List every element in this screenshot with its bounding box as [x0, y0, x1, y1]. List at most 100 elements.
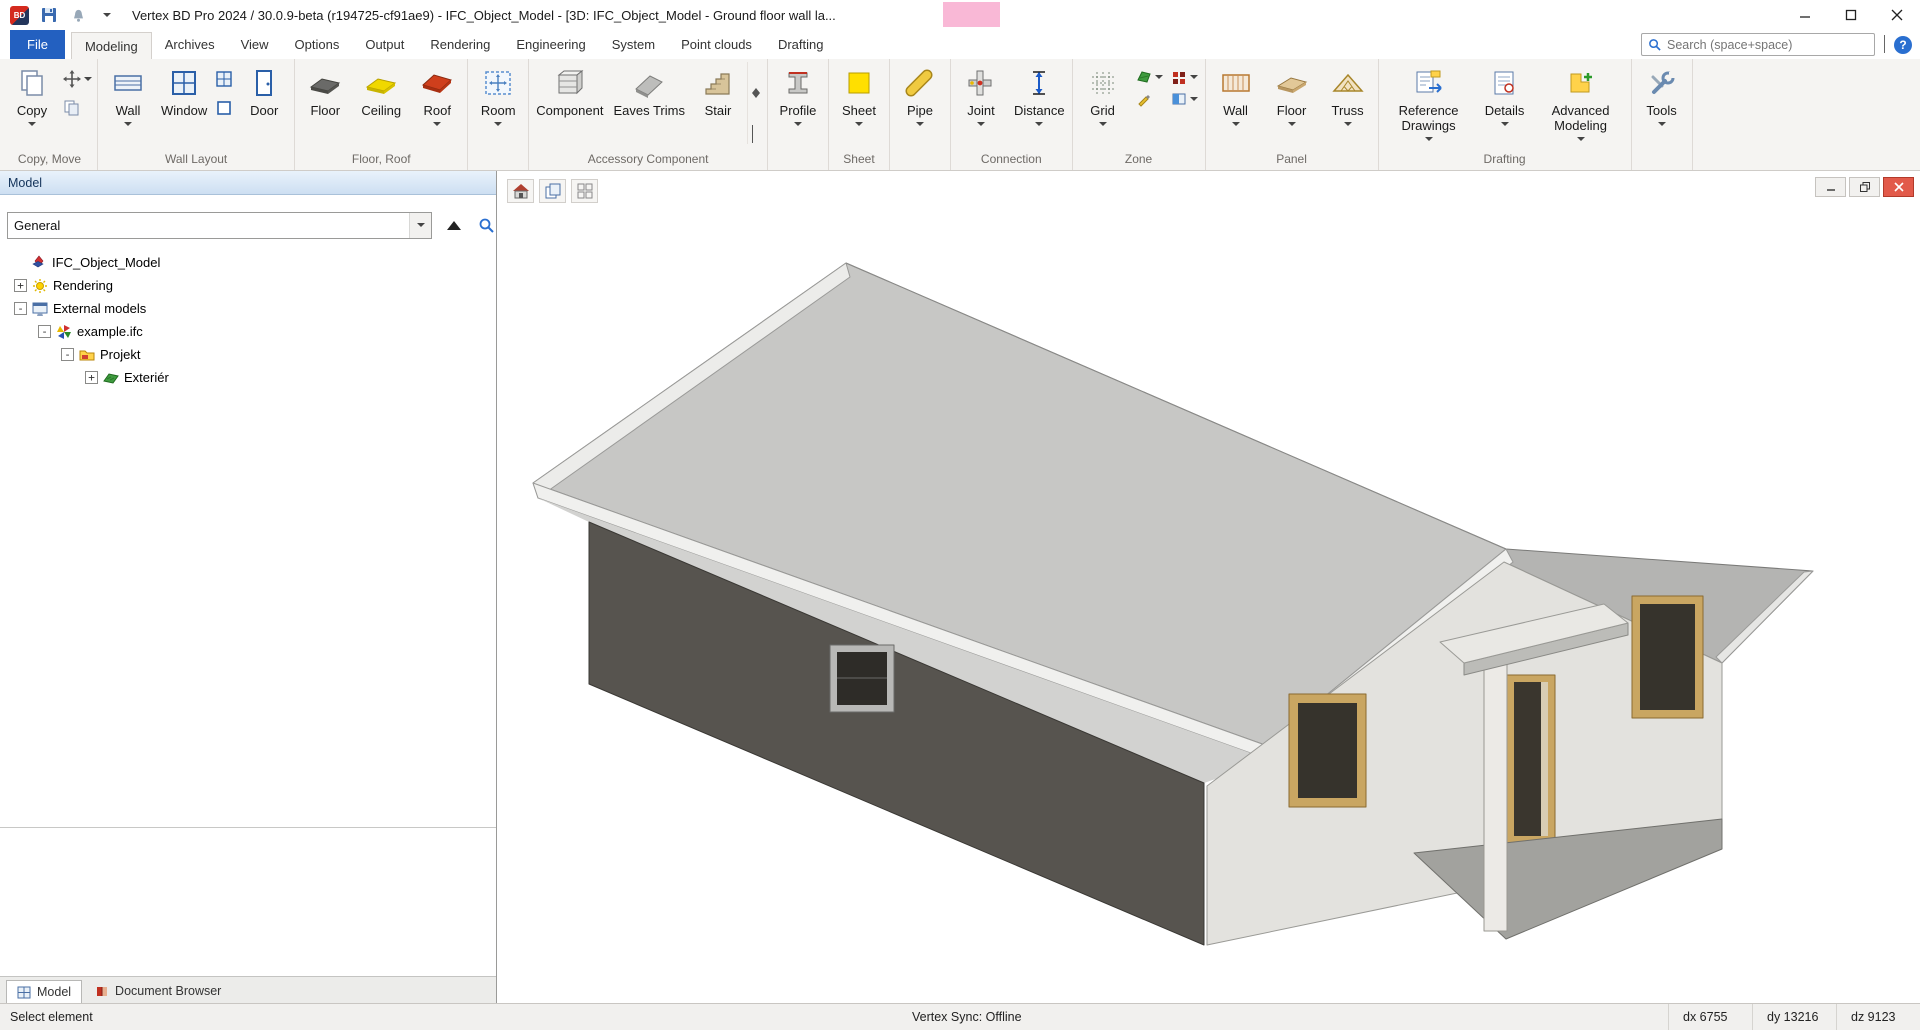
tree-item-rendering[interactable]: + Rendering — [0, 274, 496, 297]
zone-edit-button[interactable] — [1136, 91, 1163, 107]
notification-button[interactable] — [69, 6, 87, 24]
viewport-minimize-button[interactable] — [1815, 177, 1846, 197]
pipe-button[interactable]: Pipe — [893, 62, 947, 150]
tab-modeling[interactable]: Modeling — [71, 32, 152, 59]
model-tab[interactable]: Model — [6, 980, 82, 1004]
tab-rendering[interactable]: Rendering — [417, 30, 503, 59]
collapse-ribbon-button[interactable] — [1884, 36, 1885, 54]
tab-view[interactable]: View — [228, 30, 282, 59]
tools-button[interactable]: Tools — [1635, 62, 1689, 150]
quick-access-toolbar: BD — [0, 6, 116, 25]
search-input[interactable] — [1667, 38, 1868, 52]
combobox-dropdown-button[interactable] — [409, 213, 431, 238]
collapse-tree-button[interactable] — [444, 215, 464, 235]
details-button[interactable]: Details — [1478, 62, 1532, 150]
tree-item-example-ifc[interactable]: - example.ifc — [0, 320, 496, 343]
close-button[interactable] — [1874, 0, 1920, 30]
group-label — [1635, 150, 1689, 170]
filter-combobox[interactable]: General — [7, 212, 432, 239]
tab-engineering[interactable]: Engineering — [503, 30, 598, 59]
advanced-modeling-icon — [1564, 65, 1598, 101]
document-browser-tab[interactable]: Document Browser — [85, 979, 231, 1003]
door-button[interactable]: Door — [237, 62, 291, 150]
tree-expander[interactable]: - — [38, 325, 51, 338]
new-window-icon — [545, 183, 561, 199]
tab-output[interactable]: Output — [352, 30, 417, 59]
panel-floor-button[interactable]: Floor — [1265, 62, 1319, 150]
stair-button[interactable]: Stair — [691, 62, 745, 150]
grid-icon — [1086, 65, 1120, 101]
dropdown-caret-icon — [124, 122, 132, 126]
gallery-scroll-down-button[interactable] — [752, 98, 760, 116]
chevron-up-icon — [1884, 35, 1885, 53]
profile-button[interactable]: Profile — [771, 62, 825, 150]
tree-expander[interactable]: + — [14, 279, 27, 292]
copy-special-button[interactable] — [61, 98, 94, 118]
home-view-button[interactable] — [507, 179, 534, 203]
tree-item-external-models[interactable]: - External models — [0, 297, 496, 320]
zone-create-button[interactable] — [1136, 69, 1163, 85]
help-button[interactable]: ? — [1894, 36, 1912, 54]
3d-viewport[interactable] — [497, 171, 1920, 1003]
tree-expander[interactable]: - — [14, 302, 27, 315]
window-icon — [167, 65, 201, 101]
model-panel-title: Model — [8, 176, 42, 190]
model-filter-row: General — [0, 211, 496, 239]
ribbon-group-pipe: Pipe — [890, 59, 951, 170]
gallery-scroll-up-button[interactable] — [752, 71, 760, 89]
window-single-tool-button[interactable] — [213, 98, 235, 118]
tree-search-button[interactable] — [476, 215, 496, 235]
ribbon-group-room: Room — [468, 59, 529, 170]
model-root-icon — [31, 255, 47, 271]
viewport-close-button[interactable] — [1883, 177, 1914, 197]
advanced-modeling-button[interactable]: Advanced Modeling — [1534, 62, 1628, 150]
eaves-trims-button[interactable]: Eaves Trims — [609, 62, 689, 150]
tree-item-projekt[interactable]: - Projekt — [0, 343, 496, 366]
save-button[interactable] — [40, 6, 58, 24]
search-box — [1641, 33, 1875, 56]
panel-truss-button[interactable]: Truss — [1321, 62, 1375, 150]
new-window-button[interactable] — [539, 179, 566, 203]
zone-display-button[interactable] — [1171, 91, 1198, 107]
ceiling-button[interactable]: Ceiling — [354, 62, 408, 150]
window-grid-tool-button[interactable] — [213, 69, 235, 89]
tree-item-root[interactable]: IFC_Object_Model — [0, 251, 496, 274]
dropdown-caret-icon — [977, 122, 985, 126]
window-button[interactable]: Window — [157, 62, 211, 150]
tree-item-exterier[interactable]: + Exteriér — [0, 366, 496, 389]
room-button[interactable]: Room — [471, 62, 525, 150]
sheet-button[interactable]: Sheet — [832, 62, 886, 150]
scroll-down-icon — [752, 93, 760, 115]
tab-options[interactable]: Options — [282, 30, 353, 59]
move-button[interactable] — [61, 69, 94, 89]
distance-button[interactable]: Distance — [1010, 62, 1069, 150]
app-logo[interactable]: BD — [10, 6, 29, 25]
viewports-grid-button[interactable] — [571, 179, 598, 203]
expand-gallery-icon — [752, 125, 753, 143]
panel-wall-button[interactable]: Wall — [1209, 62, 1263, 150]
customize-toolbar-button[interactable] — [98, 6, 116, 24]
tab-file[interactable]: File — [10, 30, 65, 59]
gallery-expand-button[interactable] — [752, 125, 760, 143]
tab-system[interactable]: System — [599, 30, 668, 59]
tab-drafting[interactable]: Drafting — [765, 30, 837, 59]
grid-button[interactable]: Grid — [1076, 62, 1130, 150]
tree-expander[interactable]: + — [85, 371, 98, 384]
maximize-button[interactable] — [1828, 0, 1874, 30]
floor-button[interactable]: Floor — [298, 62, 352, 150]
copy-button[interactable]: Copy — [5, 62, 59, 150]
dropdown-caret-icon — [1035, 122, 1043, 126]
tab-point-clouds[interactable]: Point clouds — [668, 30, 765, 59]
ribbon-group-floor-roof: Floor Ceiling Roof Floor, Roof — [295, 59, 468, 170]
tree-expander[interactable]: - — [61, 348, 74, 361]
reference-drawings-button[interactable]: Reference Drawings — [1382, 62, 1476, 150]
zone-grid-button[interactable] — [1171, 69, 1198, 85]
viewport-restore-button[interactable] — [1849, 177, 1880, 197]
minimize-button[interactable] — [1782, 0, 1828, 30]
tab-bar-right-tools: ? — [1641, 33, 1912, 56]
joint-button[interactable]: Joint — [954, 62, 1008, 150]
component-button[interactable]: Component — [532, 62, 607, 150]
roof-button[interactable]: Roof — [410, 62, 464, 150]
wall-button[interactable]: Wall — [101, 62, 155, 150]
tab-archives[interactable]: Archives — [152, 30, 228, 59]
